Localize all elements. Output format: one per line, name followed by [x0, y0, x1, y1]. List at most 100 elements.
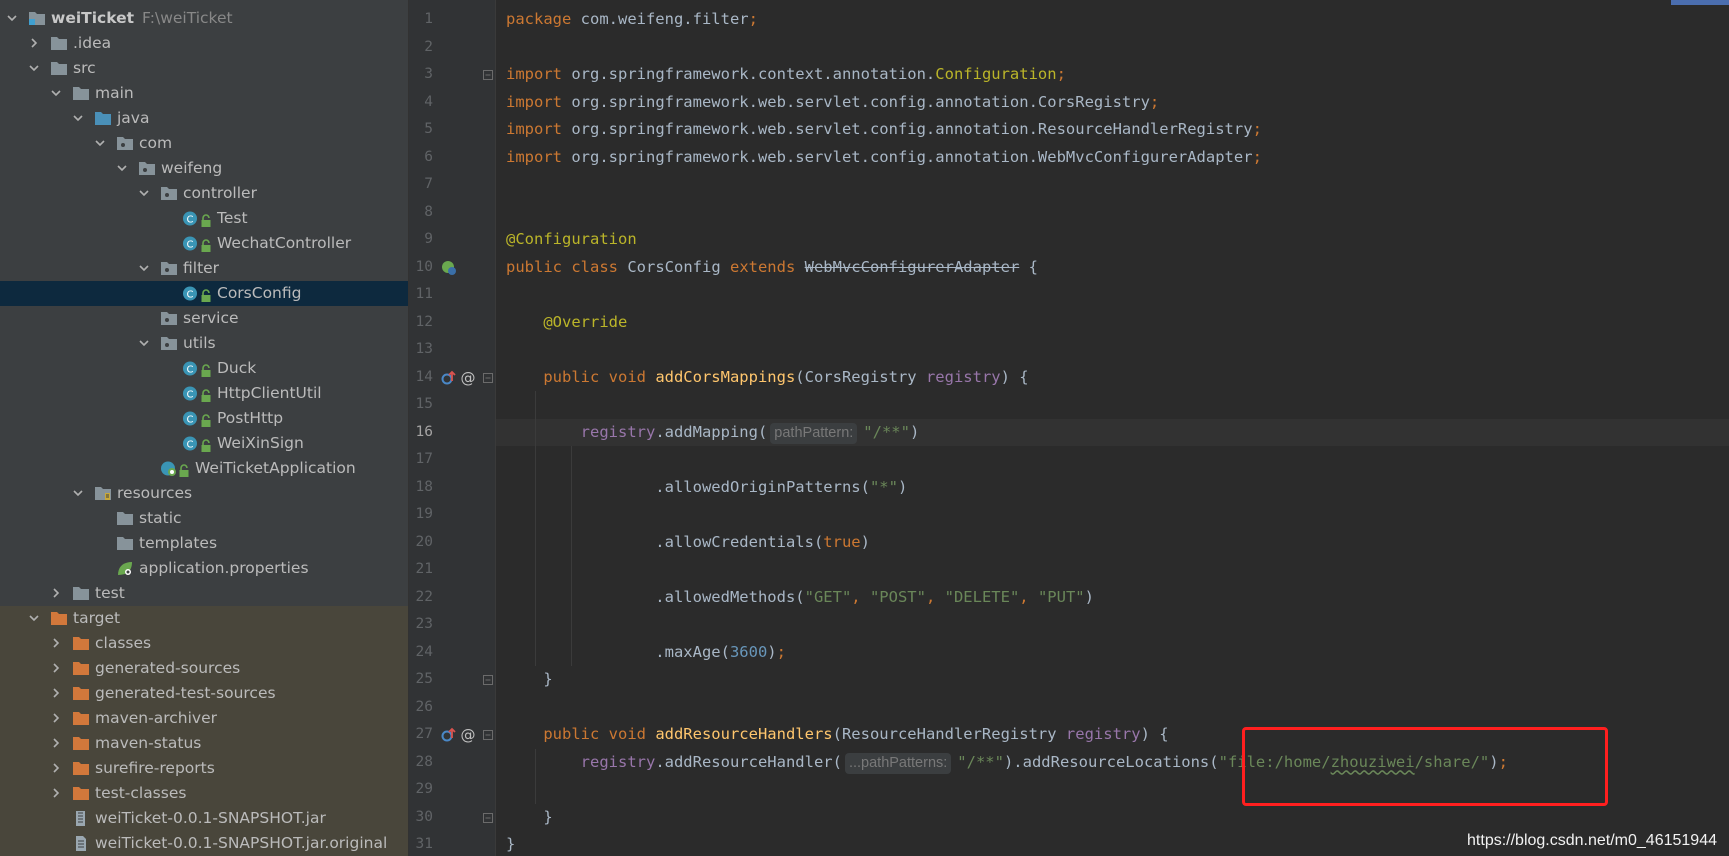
- fold-marker-icon[interactable]: [483, 372, 493, 383]
- chevron-right-icon[interactable]: [50, 731, 64, 756]
- tree-item-resources[interactable]: resources: [0, 481, 408, 506]
- line-number[interactable]: 22: [409, 584, 433, 612]
- code-line[interactable]: import org.springframework.web.servlet.c…: [506, 116, 1262, 144]
- tree-item-maven-status[interactable]: maven-status: [0, 731, 408, 756]
- chevron-down-icon[interactable]: [138, 181, 152, 206]
- tree-item-application-properties[interactable]: application.properties: [0, 556, 408, 581]
- code-line[interactable]: registry.addMapping(pathPattern: "/**"): [506, 419, 919, 447]
- editor-gutter[interactable]: 1 2 3 4 5 6 7 8 9 10 11 12 13 14 15 16 17 18 19 20 21 22 23 24 2…: [409, 0, 495, 856]
- tree-item-generated-test-sources[interactable]: generated-test-sources: [0, 681, 408, 706]
- tree-item-weiticket[interactable]: weiTicket F:\weiTicket: [0, 6, 408, 31]
- line-number[interactable]: 1: [409, 6, 433, 34]
- chevron-down-icon[interactable]: [28, 56, 42, 81]
- line-number[interactable]: 26: [409, 694, 433, 722]
- line-number[interactable]: 8: [409, 199, 433, 227]
- line-number[interactable]: 6: [409, 144, 433, 172]
- tree-item-test[interactable]: test: [0, 581, 408, 606]
- code-line[interactable]: public class CorsConfig extends WebMvcCo…: [506, 254, 1038, 282]
- line-number[interactable]: 14: [409, 364, 433, 392]
- chevron-down-icon[interactable]: [138, 331, 152, 356]
- override-icon[interactable]: [440, 726, 458, 744]
- spring-bean-icon[interactable]: [440, 259, 458, 277]
- tree-item-posthttp[interactable]: C PostHttp: [0, 406, 408, 431]
- tree-item-templates[interactable]: templates: [0, 531, 408, 556]
- tree-item-java[interactable]: java: [0, 106, 408, 131]
- chevron-right-icon[interactable]: [50, 656, 64, 681]
- tree-item-main[interactable]: main: [0, 81, 408, 106]
- code-editor[interactable]: 1 2 3 4 5 6 7 8 9 10 11 12 13 14 15 16 17 18 19 20 21 22 23 24 2…: [409, 0, 1729, 856]
- chevron-down-icon[interactable]: [72, 481, 86, 506]
- chevron-down-icon[interactable]: [116, 156, 130, 181]
- tree-item-httpclientutil[interactable]: C HttpClientUtil: [0, 381, 408, 406]
- tree-item-weiticket-0-0-1-snapshot-jar[interactable]: weiTicket-0.0.1-SNAPSHOT.jar: [0, 806, 408, 831]
- chevron-right-icon[interactable]: [50, 581, 64, 606]
- tree-item-com[interactable]: com: [0, 131, 408, 156]
- code-line[interactable]: import org.springframework.context.annot…: [506, 61, 1066, 89]
- annotation-at-icon[interactable]: @: [459, 369, 477, 387]
- line-number[interactable]: 16: [409, 419, 433, 447]
- line-number[interactable]: 23: [409, 611, 433, 639]
- fold-marker-icon[interactable]: [483, 730, 493, 740]
- line-number[interactable]: 12: [409, 309, 433, 337]
- line-number[interactable]: 19: [409, 501, 433, 529]
- annotation-at-icon[interactable]: @: [459, 726, 477, 744]
- line-number[interactable]: 5: [409, 116, 433, 144]
- tree-item-src[interactable]: src: [0, 56, 408, 81]
- code-line[interactable]: }: [506, 831, 515, 856]
- tree-item-corsconfig[interactable]: C CorsConfig: [0, 281, 408, 306]
- tree-item-weixinsign[interactable]: C WeiXinSign: [0, 431, 408, 456]
- code-line[interactable]: public void addCorsMappings(CorsRegistry…: [506, 364, 1028, 392]
- tree-item-utils[interactable]: utils: [0, 331, 408, 356]
- code-line[interactable]: package com.weifeng.filter;: [506, 6, 758, 34]
- code-line[interactable]: public void addResourceHandlers(Resource…: [506, 721, 1168, 749]
- line-number[interactable]: 2: [409, 34, 433, 62]
- fold-marker-icon[interactable]: [483, 675, 493, 685]
- line-number[interactable]: 10: [409, 254, 433, 282]
- line-number[interactable]: 25: [409, 666, 433, 694]
- tree-item-controller[interactable]: controller: [0, 181, 408, 206]
- chevron-down-icon[interactable]: [94, 131, 108, 156]
- code-line[interactable]: @Override: [506, 309, 627, 337]
- tree-item-filter[interactable]: filter: [0, 256, 408, 281]
- line-number[interactable]: 15: [409, 391, 433, 419]
- chevron-down-icon[interactable]: [50, 81, 64, 106]
- line-number[interactable]: 4: [409, 89, 433, 117]
- tree-item-idea[interactable]: .idea: [0, 31, 408, 56]
- tree-item-weiticketapplication[interactable]: WeiTicketApplication: [0, 456, 408, 481]
- code-line[interactable]: .allowedOriginPatterns("*"): [506, 474, 907, 502]
- line-number[interactable]: 21: [409, 556, 433, 584]
- tree-item-service[interactable]: service: [0, 306, 408, 331]
- tree-item-duck[interactable]: C Duck: [0, 356, 408, 381]
- chevron-down-icon[interactable]: [6, 6, 20, 31]
- code-line[interactable]: .maxAge(3600);: [506, 639, 786, 667]
- chevron-right-icon[interactable]: [28, 31, 42, 56]
- line-number[interactable]: 17: [409, 446, 433, 474]
- tree-item-weiticket-0-0-1-snapshot-jar-original[interactable]: weiTicket-0.0.1-SNAPSHOT.jar.original: [0, 831, 408, 856]
- chevron-right-icon[interactable]: [50, 681, 64, 706]
- code-line[interactable]: .allowCredentials(true): [506, 529, 870, 557]
- tree-item-classes[interactable]: classes: [0, 631, 408, 656]
- line-number[interactable]: 11: [409, 281, 433, 309]
- tree-item-static[interactable]: static: [0, 506, 408, 531]
- line-number[interactable]: 20: [409, 529, 433, 557]
- chevron-down-icon[interactable]: [72, 106, 86, 131]
- code-line[interactable]: import org.springframework.web.servlet.c…: [506, 144, 1262, 172]
- line-number[interactable]: 30: [409, 804, 433, 832]
- tree-item-surefire-reports[interactable]: surefire-reports: [0, 756, 408, 781]
- line-number[interactable]: 24: [409, 639, 433, 667]
- tree-item-test-classes[interactable]: test-classes: [0, 781, 408, 806]
- tree-item-maven-archiver[interactable]: maven-archiver: [0, 706, 408, 731]
- fold-marker-icon[interactable]: [483, 812, 493, 823]
- line-number[interactable]: 18: [409, 474, 433, 502]
- scrollbar-marker[interactable]: [1671, 0, 1729, 5]
- line-number[interactable]: 31: [409, 831, 433, 856]
- line-number[interactable]: 28: [409, 749, 433, 777]
- line-number[interactable]: 3: [409, 61, 433, 89]
- chevron-down-icon[interactable]: [28, 606, 42, 631]
- line-number[interactable]: 27: [409, 721, 433, 749]
- line-number[interactable]: 13: [409, 336, 433, 364]
- line-number[interactable]: 29: [409, 776, 433, 804]
- tree-item-weifeng[interactable]: weifeng: [0, 156, 408, 181]
- chevron-right-icon[interactable]: [50, 631, 64, 656]
- chevron-right-icon[interactable]: [50, 756, 64, 781]
